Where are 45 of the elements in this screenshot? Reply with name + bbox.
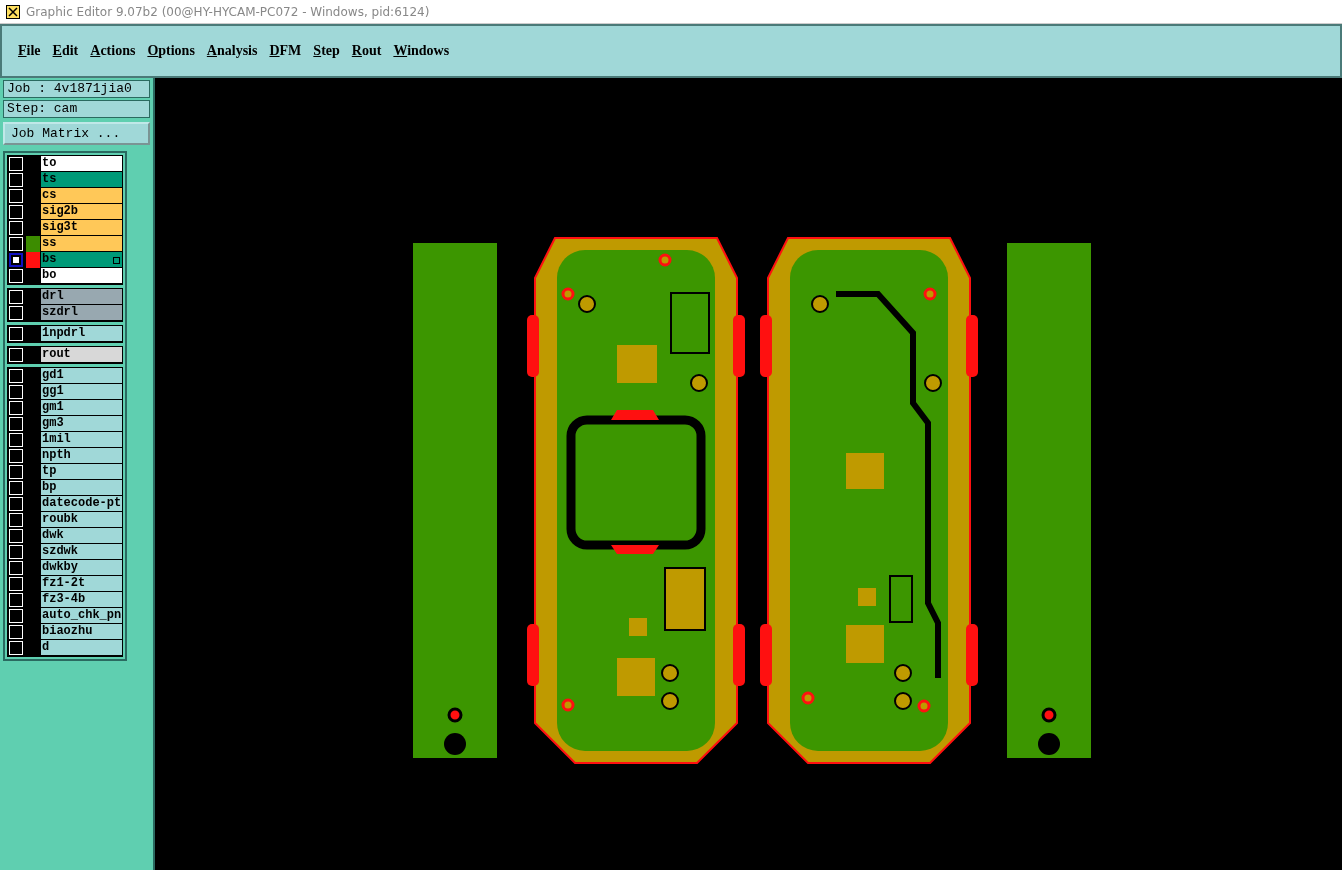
menu-item[interactable]: Options: [141, 43, 201, 59]
menu-item[interactable]: Edit: [46, 43, 85, 59]
layer-name[interactable]: 1npdrl: [41, 326, 123, 342]
layer-name[interactable]: szdwk: [41, 544, 123, 560]
layer-name[interactable]: gm1: [41, 400, 123, 416]
layer-name[interactable]: cs: [41, 188, 123, 204]
layer-name[interactable]: gm3: [41, 416, 123, 432]
layer-name[interactable]: dwkby: [41, 560, 123, 576]
layer-name[interactable]: datecode-pt: [41, 496, 123, 512]
app-icon: [6, 4, 20, 19]
menu-item[interactable]: DFM: [263, 43, 308, 59]
layer-name[interactable]: szdrl: [41, 305, 123, 321]
layer-name[interactable]: bp: [41, 480, 123, 496]
layer-checkbox[interactable]: [9, 253, 23, 267]
layer-name[interactable]: 1mil: [41, 432, 123, 448]
layer-name[interactable]: sig3t: [41, 220, 123, 236]
layer-name[interactable]: dwk: [41, 528, 123, 544]
layer-name[interactable]: drl: [41, 289, 123, 305]
layer-name[interactable]: tp: [41, 464, 123, 480]
layer-name[interactable]: fz1-2t: [41, 576, 123, 592]
layer-name[interactable]: bo: [41, 268, 123, 284]
menu-item[interactable]: File: [12, 43, 47, 59]
layer-name[interactable]: gg1: [41, 384, 123, 400]
layer-name[interactable]: d: [41, 640, 123, 656]
layer-name[interactable]: npth: [41, 448, 123, 464]
layer-name[interactable]: gd1: [41, 368, 123, 384]
job-matrix-button[interactable]: Job Matrix ...: [3, 122, 150, 145]
layer-name[interactable]: sig2b: [41, 204, 123, 220]
menu-item[interactable]: Rout: [345, 43, 388, 59]
layer-name[interactable]: to: [41, 156, 123, 172]
step-label: Step: cam: [3, 100, 150, 118]
menu-item[interactable]: Actions: [84, 43, 142, 59]
layer-name[interactable]: auto_chk_pn: [41, 608, 123, 624]
layer-name[interactable]: fz3-4b: [41, 592, 123, 608]
layer-name[interactable]: biaozhu: [41, 624, 123, 640]
layer-name[interactable]: ts: [41, 172, 123, 188]
menu-item[interactable]: Step: [307, 43, 346, 59]
layer-name[interactable]: rout: [41, 347, 123, 363]
menu-item[interactable]: Windows: [387, 43, 456, 59]
menu-item[interactable]: Analysis: [200, 43, 264, 59]
job-label: Job : 4v1871jia0: [3, 80, 150, 98]
window-title: Graphic Editor 9.07b2 (00@HY-HYCAM-PC072 - Windows, pid:6124): [26, 4, 430, 19]
layer-name[interactable]: bs: [41, 252, 123, 268]
layer-name[interactable]: ss: [41, 236, 123, 252]
layer-name[interactable]: roubk: [41, 512, 123, 528]
